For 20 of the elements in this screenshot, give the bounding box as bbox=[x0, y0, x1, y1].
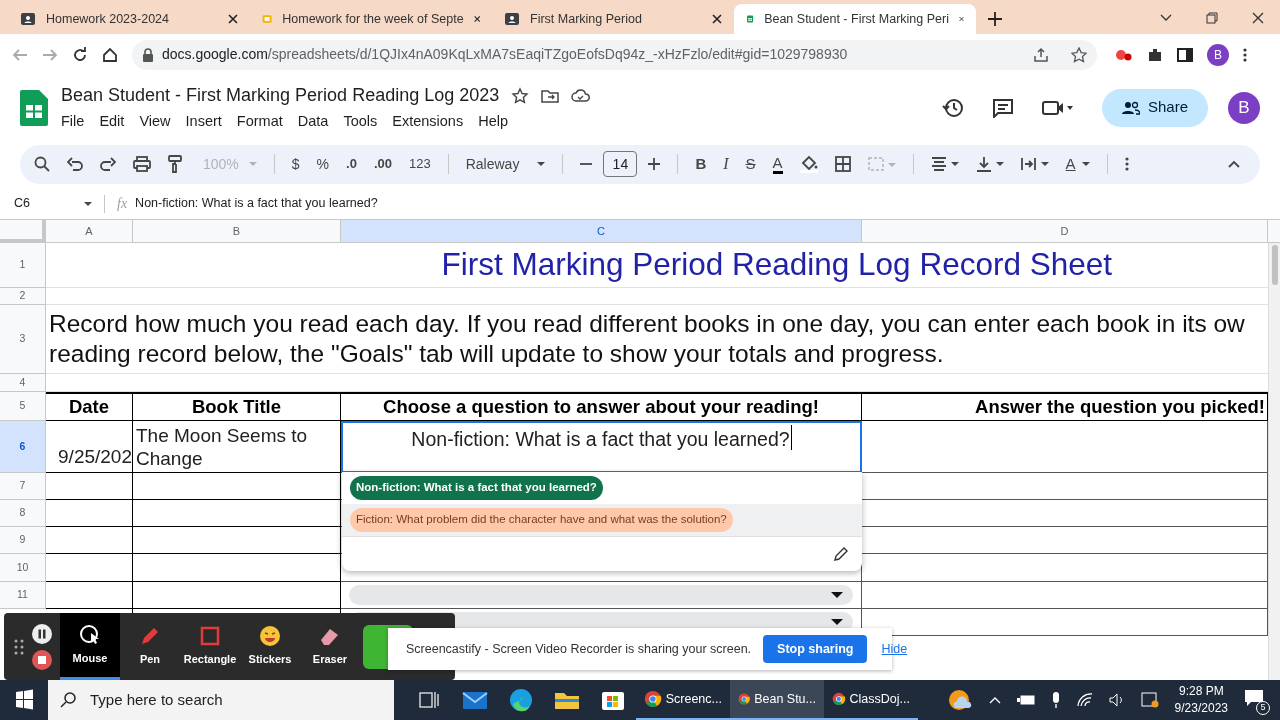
column-title: Answer the question you picked! bbox=[975, 395, 1265, 420]
instructions-text: reading record below, the "Goals" tab will update to show your totals and progress. bbox=[49, 339, 945, 369]
cell-text: 9/25/202 bbox=[58, 444, 132, 469]
tab-title: First Marking Period bbox=[530, 10, 643, 28]
sheet-title: First Marking Period Reading Log Record Sheet bbox=[441, 245, 1112, 285]
instructions-text: Record how much you read each day. If you read different books in one day, you can enter each book in its ow bbox=[49, 309, 1246, 339]
tab-title: Bean Student - First Marking Peri bbox=[764, 10, 949, 28]
url-text: docs.google.com/spreadsheets/d/1QJIx4nA09KqLxMA7sEaqiTZgoEofsDq94z_-xHzFzlo/edit#gid=1029798930 bbox=[162, 45, 849, 64]
cell-text: Non-fiction: What is a fact that you learned? bbox=[411, 425, 792, 450]
column-title: Book Title bbox=[191, 395, 282, 420]
column-title: Date bbox=[68, 395, 110, 420]
notification-count: 5 bbox=[1256, 701, 1270, 715]
column-title: Choose a question to answer about your reading! bbox=[383, 395, 819, 420]
option-chip: Fiction: What problem did the character have and what was the solution? bbox=[350, 508, 733, 532]
fx-label: fx bbox=[117, 195, 128, 213]
cell-text: The Moon Seems to Change bbox=[136, 424, 309, 470]
sharing-message: Screencastify - Screen Video Recorder is sharing your screen. bbox=[406, 640, 752, 658]
tab-title: Homework for the week of Septe bbox=[282, 10, 464, 28]
tab-title: Homework 2023-2024 bbox=[46, 10, 170, 28]
option-chip: Non-fiction: What is a fact that you learned? bbox=[350, 476, 603, 500]
